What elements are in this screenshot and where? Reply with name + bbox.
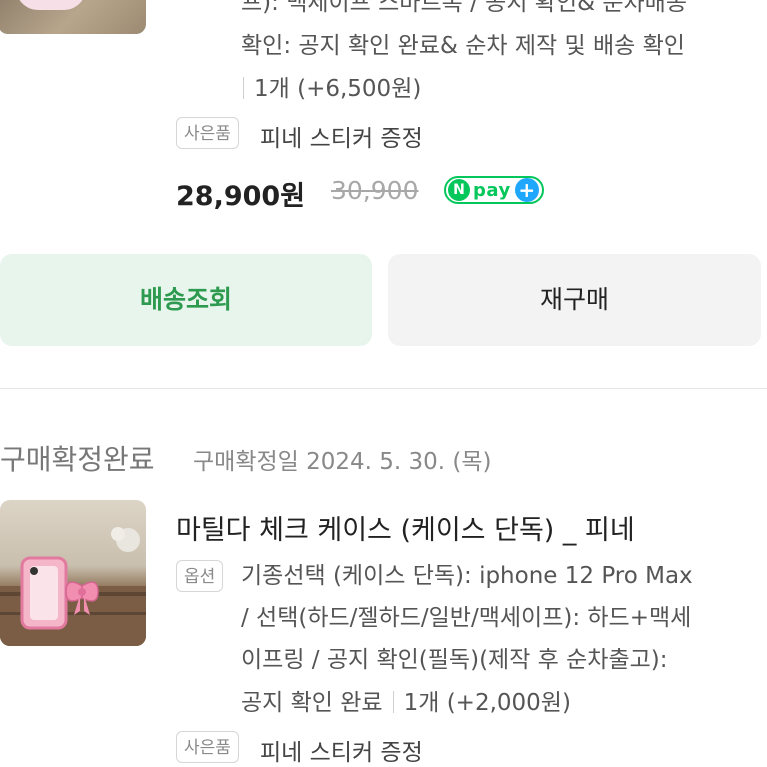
- option-text-line: 확인: 공지 확인 완료& 순차 제작 및 배송 확인: [241, 33, 685, 59]
- section-divider: [0, 388, 767, 389]
- product-image-content: [16, 0, 86, 10]
- separator: [243, 77, 244, 99]
- gift-text: 피네 스티커 증정: [260, 126, 423, 152]
- option-text-line: / 선택(하드/젤하드/일반/맥세이프): 하드+맥세: [241, 605, 692, 631]
- order-status: 구매확정완료: [0, 443, 155, 476]
- quantity-text: 1개 (+2,000원): [403, 690, 571, 716]
- gift-badge: 사은품: [176, 117, 239, 149]
- product-title[interactable]: 마틸다 체크 케이스 (케이스 단독) _ 피네: [176, 508, 635, 547]
- npay-plus-badge: N pay +: [444, 176, 544, 204]
- gift-badge: 사은품: [176, 731, 239, 763]
- option-text-line: 이프링 / 공지 확인(필독)(제작 후 순차출고):: [241, 647, 668, 673]
- confirm-date: 구매확정일 2024. 5. 30. (목): [193, 449, 492, 475]
- gift-text: 피네 스티커 증정: [260, 740, 423, 766]
- option-text-line: 프): 맥세이프 스마트톡 / 공지 확인& 순차배송: [241, 0, 687, 16]
- product-photo: [0, 527, 146, 646]
- plus-icon: +: [514, 178, 539, 202]
- option-quantity-row: 공지 확인 완료 1개 (+2,000원): [241, 691, 571, 715]
- option-text-line: 공지 확인 완료: [241, 690, 383, 716]
- npay-n-icon: N: [448, 179, 470, 201]
- option-badge: 옵션: [176, 560, 224, 592]
- option-quantity-row: 1개 (+6,500원): [241, 77, 421, 101]
- option-text-line: 기종선택 (케이스 단독): iphone 12 Pro Max: [241, 563, 693, 589]
- product-thumbnail-2[interactable]: [0, 500, 146, 646]
- separator: [392, 691, 394, 713]
- original-price: 30,900: [331, 176, 419, 205]
- sale-price: 28,900원: [176, 181, 306, 212]
- quantity-text: 1개 (+6,500원): [254, 76, 422, 102]
- rebuy-button[interactable]: 재구매: [388, 254, 761, 346]
- track-delivery-button[interactable]: 배송조회: [0, 254, 372, 346]
- npay-label: pay: [473, 179, 511, 201]
- product-thumbnail-1[interactable]: [0, 0, 146, 34]
